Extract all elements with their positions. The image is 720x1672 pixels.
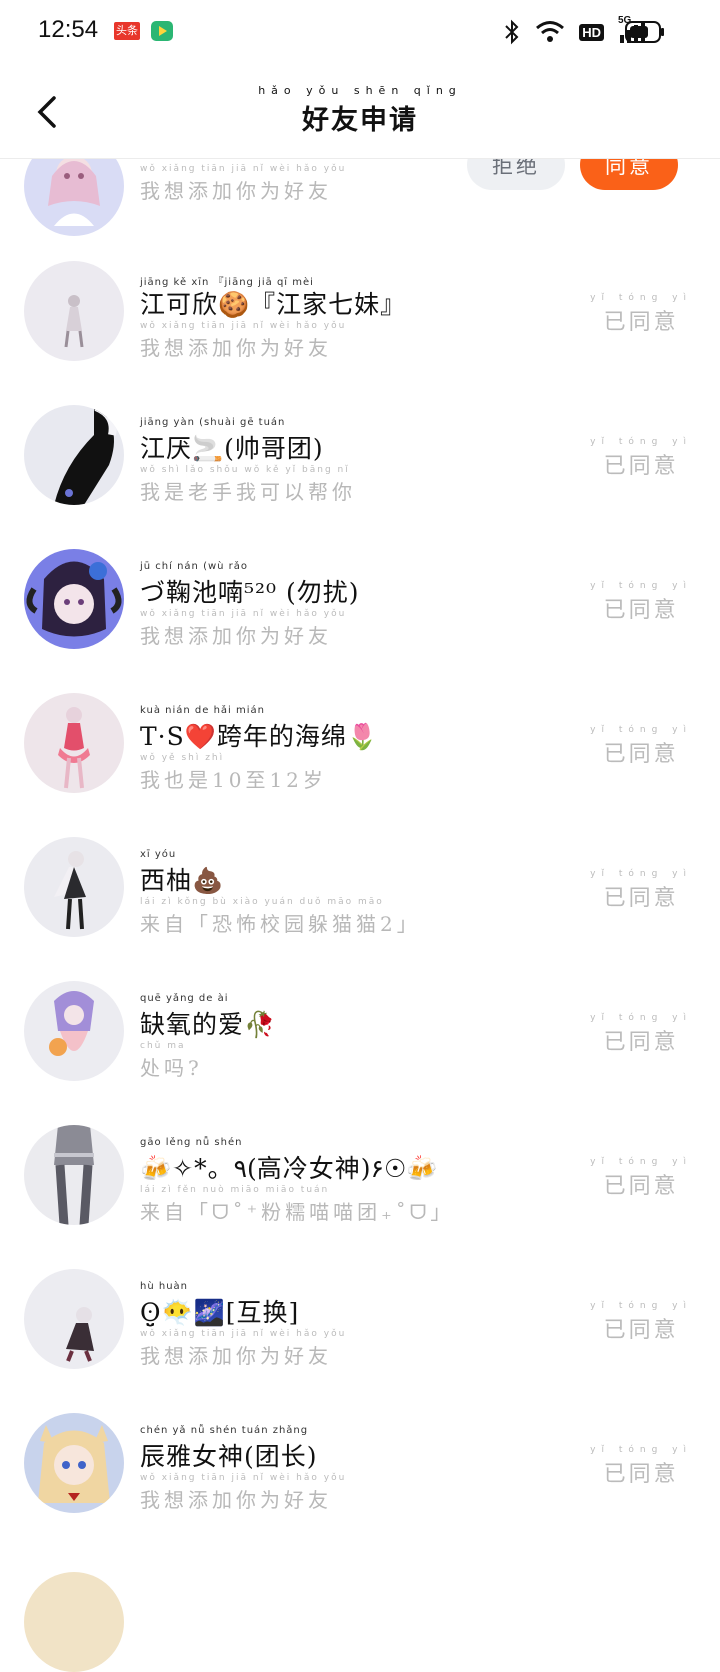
user-name: 江厌🚬(帅哥团) xyxy=(140,434,324,463)
user-name: づ鞠池喃⁵²⁰ (勿扰) xyxy=(140,578,360,607)
request-message: 处吗? xyxy=(140,1056,203,1080)
avatar xyxy=(24,693,124,793)
avatar xyxy=(24,1269,124,1369)
status-accepted: yǐ tóng yì 已同意 xyxy=(590,1301,692,1343)
avatar xyxy=(24,1413,124,1513)
friend-request-list: wǒ xiǎng tiān jiā nǐ wèi hǎo yǒu 我想添加你为好… xyxy=(0,0,720,1672)
request-message: 我是老手我可以帮你 xyxy=(140,480,356,504)
request-message: 来自「恐怖校园躲猫猫2」 xyxy=(140,912,421,936)
list-item[interactable]: xī yóu 西柚💩 lái zì kǒng bù xiào yuán duǒ … xyxy=(0,813,720,961)
avatar xyxy=(24,1572,124,1672)
avatar xyxy=(24,837,124,937)
page-title-pinyin: hǎo yǒu shēn qǐng xyxy=(258,84,462,97)
request-message: 来自「ᗜ˚⁺粉糯喵喵团₊˚ᗜ」 xyxy=(140,1200,455,1224)
avatar xyxy=(24,261,124,361)
list-item[interactable]: quē yǎng de ài 缺氧的爱🥀 chǔ ma 处吗? yǐ tóng … xyxy=(0,957,720,1105)
list-item[interactable]: kuà nián de hǎi mián T·S❤️跨年的海绵🌷 wǒ yě s… xyxy=(0,669,720,817)
request-message: 我想添加你为好友 xyxy=(140,1488,332,1512)
status-accepted: yǐ tóng yì 已同意 xyxy=(590,437,692,479)
user-name: T·S❤️跨年的海绵🌷 xyxy=(140,722,380,751)
status-accepted: yǐ tóng yì 已同意 xyxy=(590,1445,692,1487)
request-message: 我也是10至12岁 xyxy=(140,768,327,792)
status-accepted: yǐ tóng yì 已同意 xyxy=(590,869,692,911)
user-name: 西柚💩 xyxy=(140,866,225,895)
request-message: 我想添加你为好友 xyxy=(140,624,332,648)
status-accepted: yǐ tóng yì 已同意 xyxy=(590,581,692,623)
user-name: 缺氧的爱🥀 xyxy=(140,1010,277,1039)
status-accepted: yǐ tóng yì 已同意 xyxy=(590,725,692,767)
user-name: 辰雅女神(团长) xyxy=(140,1442,318,1471)
list-item[interactable]: jiāng yàn (shuài gē tuán 江厌🚬(帅哥团) wǒ shì… xyxy=(0,381,720,529)
avatar xyxy=(24,405,124,505)
user-name: 江可欣🍪『江家七妹』 xyxy=(140,290,407,319)
status-accepted: yǐ tóng yì 已同意 xyxy=(590,1013,692,1055)
avatar xyxy=(24,549,124,649)
request-message: 我想添加你为好友 xyxy=(140,179,332,203)
request-message: 我想添加你为好友 xyxy=(140,1344,332,1368)
list-item[interactable]: jiāng kě xīn 『jiāng jiā qī mèi 江可欣🍪『江家七妹… xyxy=(0,237,720,385)
list-item[interactable]: jū chí nán (wù rǎo づ鞠池喃⁵²⁰ (勿扰) wǒ xiǎng… xyxy=(0,525,720,673)
page-title: 好友申请 xyxy=(302,105,418,136)
list-item[interactable]: gāo lěng nǚ shén 🍻✧*。٩(高冷女神)۶☉🍻 lái zì f… xyxy=(0,1101,720,1249)
list-item[interactable]: hù huàn ʘ̤̮😶‍🌫️🌌[互换] wǒ xiǎng tiān jiā n… xyxy=(0,1245,720,1393)
status-accepted: yǐ tóng yì 已同意 xyxy=(590,1157,692,1199)
avatar xyxy=(24,981,124,1081)
list-item[interactable]: chén yǎ nǚ shén tuán zhǎng 辰雅女神(团长) wǒ x… xyxy=(0,1389,720,1537)
status-accepted: yǐ tóng yì 已同意 xyxy=(590,293,692,335)
avatar xyxy=(24,1125,124,1225)
request-message: 我想添加你为好友 xyxy=(140,336,332,360)
user-name: ʘ̤̮😶‍🌫️🌌[互换] xyxy=(140,1298,300,1327)
user-name: 🍻✧*。٩(高冷女神)۶☉🍻 xyxy=(140,1154,438,1183)
header: hǎo yǒu shēn qǐng 好友申请 xyxy=(0,66,720,159)
